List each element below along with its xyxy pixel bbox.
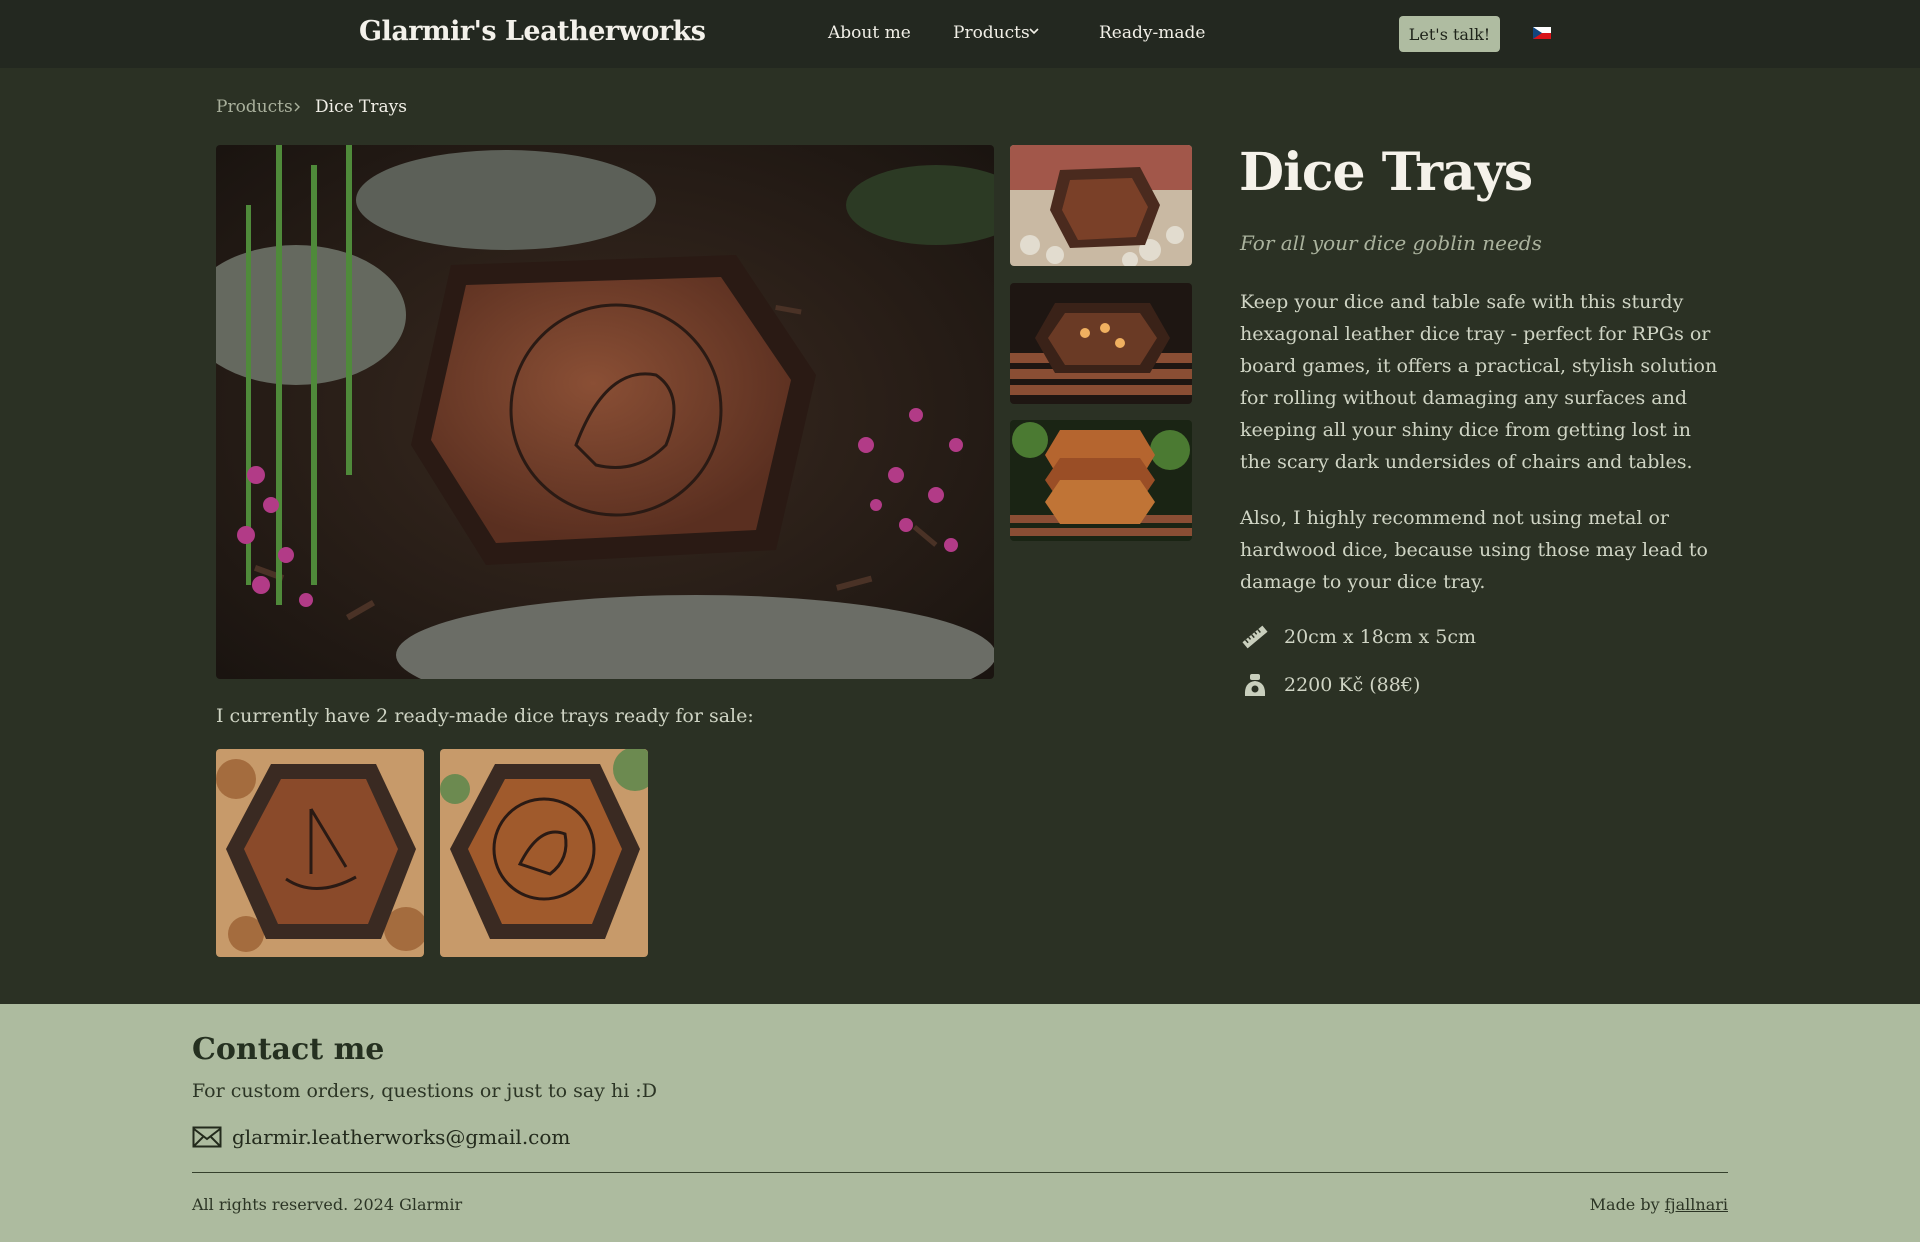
ready-made-tray-ship[interactable]	[216, 749, 424, 957]
gallery-thumbnail[interactable]	[1010, 283, 1192, 404]
footer-divider	[192, 1172, 1728, 1173]
price-row: 2200 Kč (88€)	[1240, 670, 1420, 700]
czech-flag-icon[interactable]	[1533, 27, 1551, 39]
email-address[interactable]: glarmir.leatherworks@gmail.com	[232, 1125, 570, 1149]
product-tagline: For all your dice goblin needs	[1240, 231, 1542, 255]
footer: Contact me For custom orders, questions …	[0, 1004, 1920, 1242]
breadcrumb-current: Dice Trays	[315, 97, 407, 117]
ready-made-intro: I currently have 2 ready-made dice trays…	[216, 705, 754, 727]
gallery-thumbnail[interactable]	[1010, 420, 1192, 541]
money-bag-icon	[1244, 674, 1266, 696]
brand-logo[interactable]: Glarmir's Leatherworks	[359, 16, 706, 47]
lets-talk-button[interactable]: Let's talk!	[1399, 16, 1500, 52]
product-title: Dice Trays	[1239, 142, 1533, 203]
top-navigation-bar: Glarmir's Leatherworks About me Products…	[0, 0, 1920, 68]
product-care-note: Also, I highly recommend not using metal…	[1240, 507, 1708, 593]
made-by-credit: Made by fjallnari	[1590, 1195, 1728, 1214]
main-product-photo[interactable]	[216, 145, 994, 679]
ruler-icon	[1242, 625, 1268, 649]
product-dimensions: 20cm x 18cm x 5cm	[1284, 626, 1477, 648]
made-by-prefix: Made by	[1589, 1195, 1660, 1214]
nav-ready-made[interactable]: Ready-made	[1099, 23, 1205, 43]
email-link[interactable]: glarmir.leatherworks@gmail.com	[192, 1125, 570, 1149]
product-description: Keep your dice and table safe with this …	[1240, 291, 1718, 473]
author-link[interactable]: fjallnari	[1665, 1195, 1728, 1214]
nav-products[interactable]: Products	[953, 23, 1030, 43]
nav-about-me[interactable]: About me	[828, 23, 911, 43]
breadcrumb-products-link[interactable]: Products	[216, 97, 293, 117]
ready-made-tray-fox[interactable]	[440, 749, 648, 957]
copyright-text: All rights reserved. 2024 Glarmir	[192, 1195, 463, 1214]
contact-title: Contact me	[192, 1032, 385, 1067]
chevron-down-icon[interactable]	[1028, 25, 1040, 37]
contact-subtitle: For custom orders, questions or just to …	[192, 1080, 657, 1102]
dimensions-row: 20cm x 18cm x 5cm	[1240, 622, 1476, 652]
product-price: 2200 Kč (88€)	[1284, 674, 1421, 696]
mail-icon	[192, 1126, 222, 1148]
gallery-thumbnail[interactable]	[1010, 145, 1192, 266]
chevron-right-icon	[294, 102, 300, 112]
